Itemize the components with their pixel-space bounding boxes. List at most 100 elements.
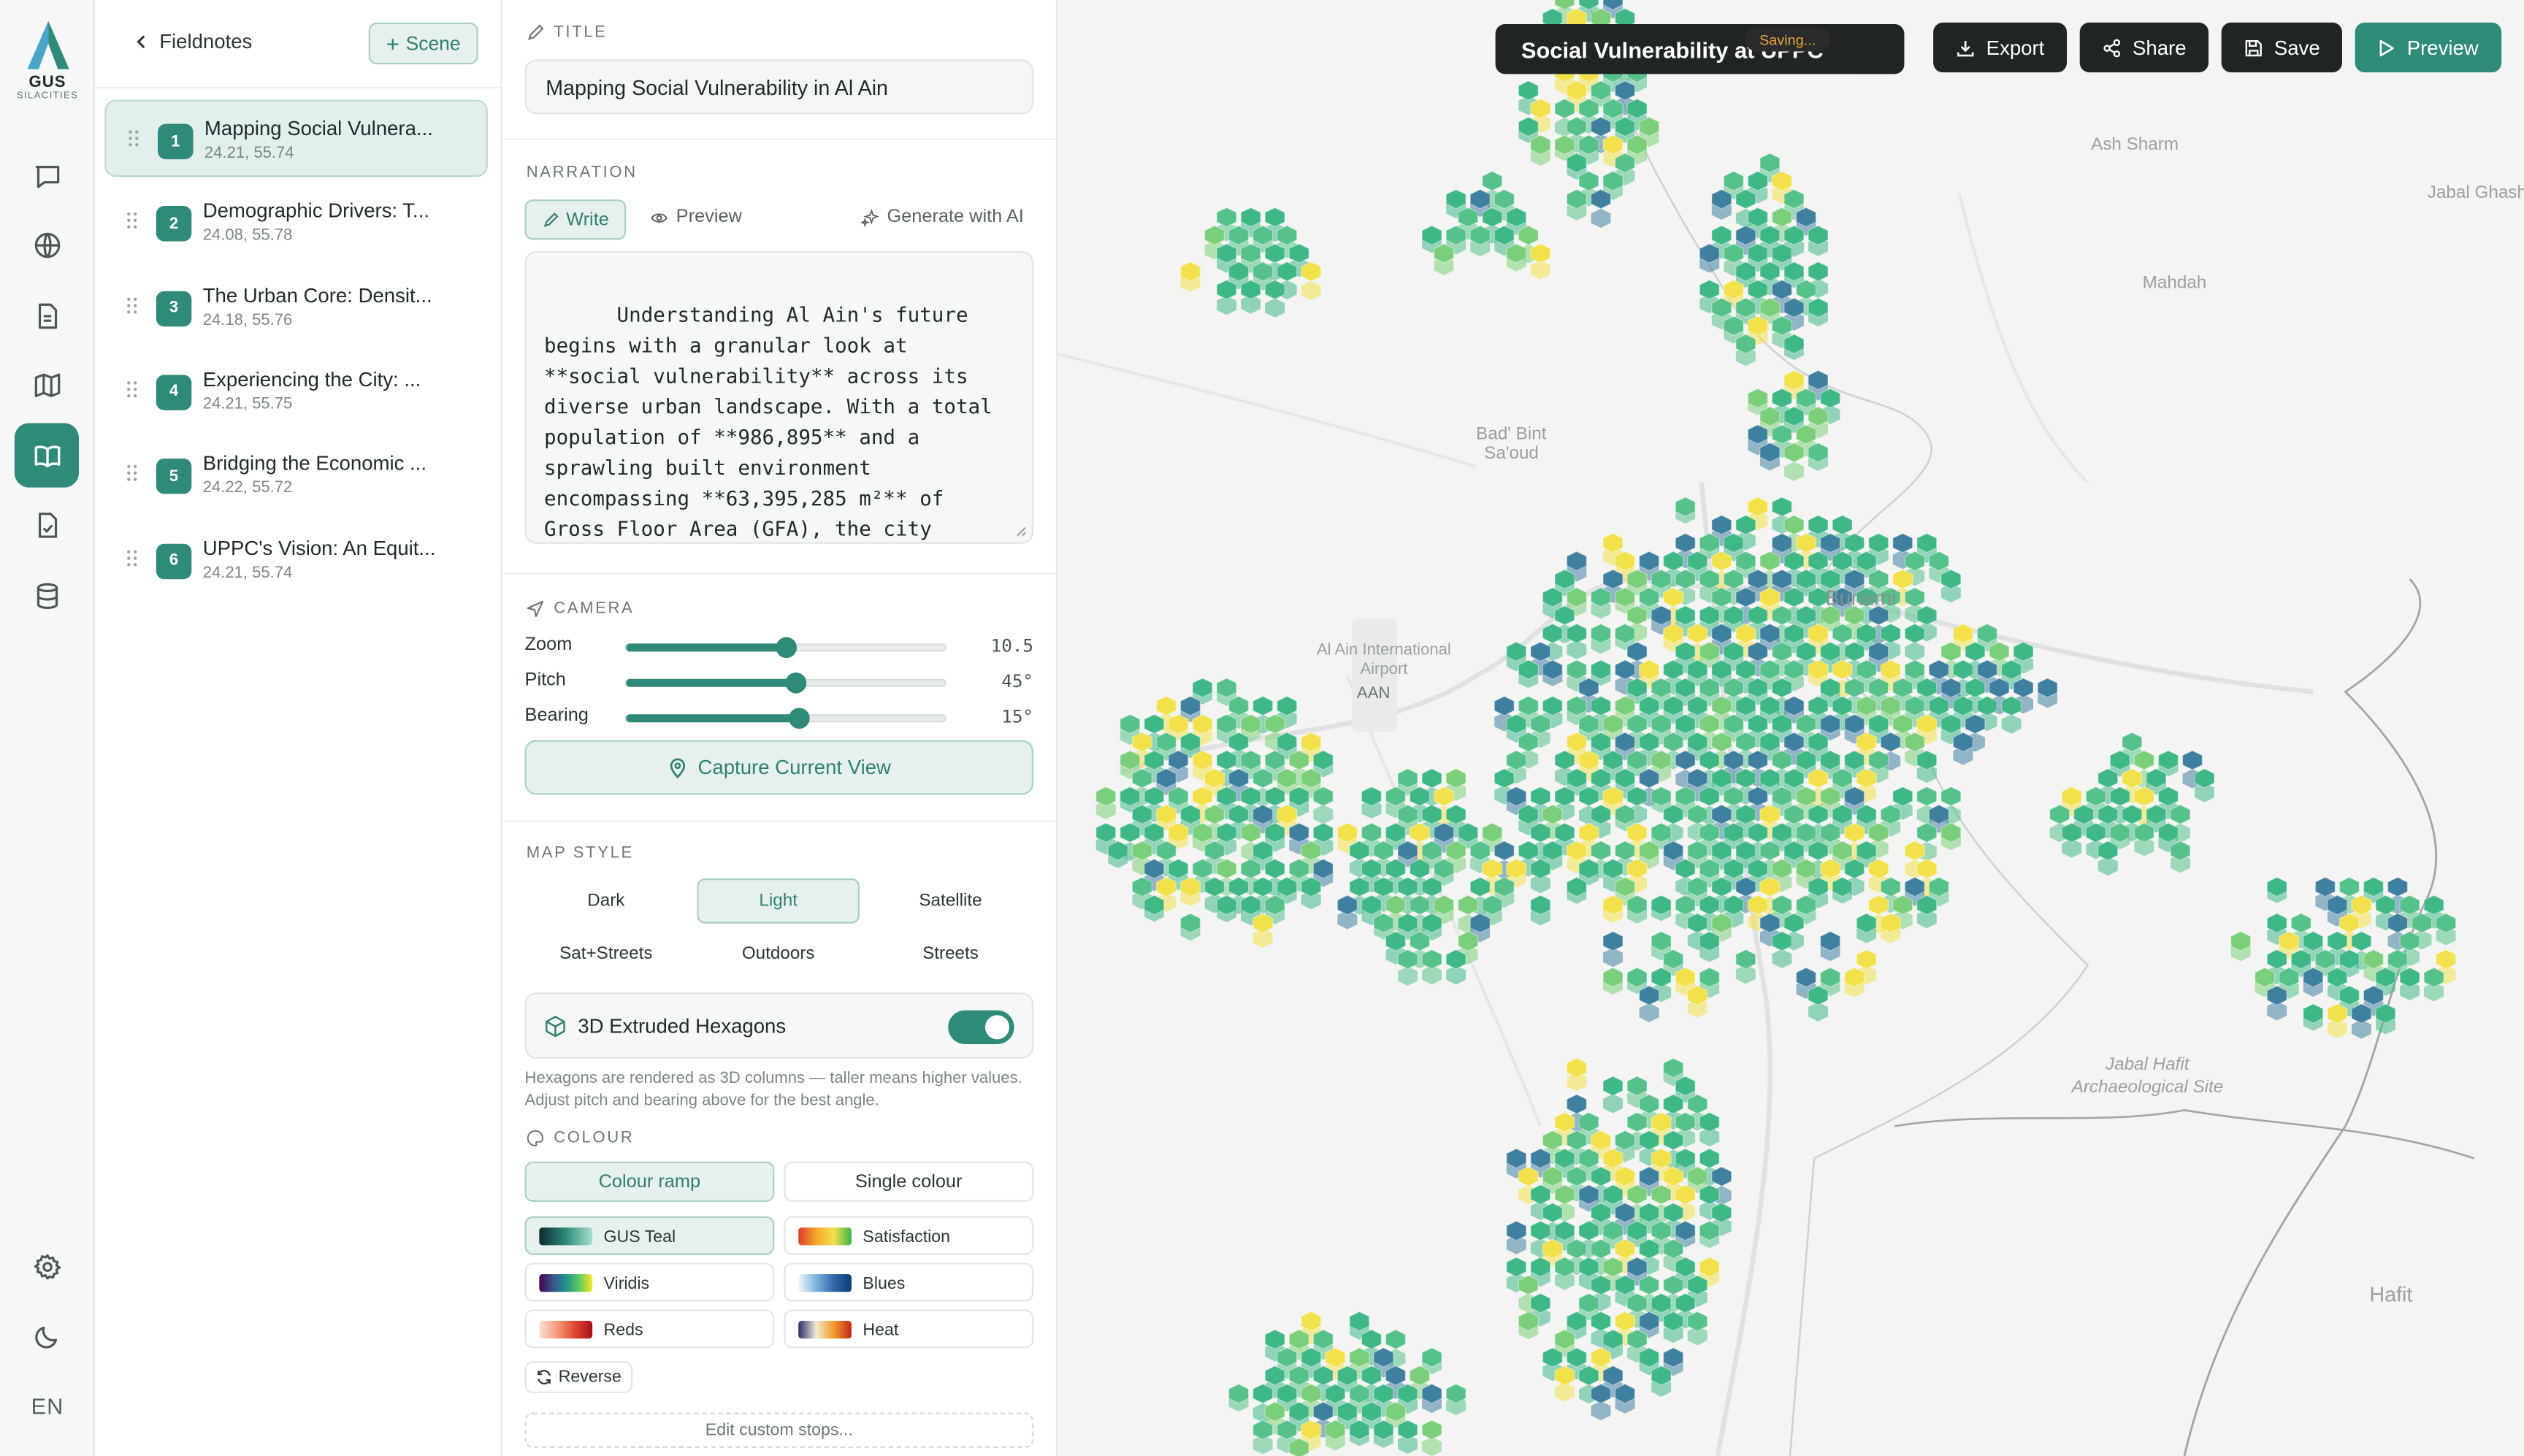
map-style-satellite[interactable]: Satellite (869, 878, 1032, 924)
colour-ramp-satisfaction[interactable]: Satisfaction (784, 1216, 1034, 1255)
add-scene-button[interactable]: + Scene (368, 22, 478, 65)
camera-zoom-slider[interactable] (624, 637, 947, 659)
resize-handle-icon[interactable] (1014, 524, 1028, 537)
language-toggle[interactable]: EN (0, 1393, 95, 1419)
drag-handle-icon[interactable] (126, 548, 139, 567)
rail-globe-button[interactable] (15, 212, 79, 277)
nav-rail: GUS SILACITIES EN (0, 0, 96, 1456)
story-title-badge: Social Vulnerability at UPPC (1495, 24, 1905, 74)
colour-ramp-gus-teal[interactable]: GUS Teal (524, 1216, 775, 1255)
drag-handle-icon[interactable] (127, 129, 140, 147)
share-icon (2103, 38, 2120, 57)
slider-thumb[interactable] (785, 672, 807, 694)
ramp-name: Satisfaction (863, 1227, 951, 1247)
ramp-name: GUS Teal (603, 1227, 676, 1247)
colour-ramp-viridis[interactable]: Viridis (524, 1262, 775, 1302)
tab-preview[interactable]: Preview (650, 207, 742, 227)
scene-editor-panel: TITLE Mapping Social Vulnerability in Al… (502, 0, 1058, 1456)
scene-list-item[interactable]: 1 Mapping Social Vulnera... 24.21, 55.74 (104, 99, 488, 177)
moon-icon (34, 1325, 57, 1348)
colour-mode-single-colour[interactable]: Single colour (784, 1161, 1034, 1202)
scene-title: The Urban Core: Densit... (202, 284, 432, 307)
pencil-icon (528, 24, 544, 41)
camera-pitch-row: Pitch 45° (525, 670, 1033, 695)
colour-ramp-reds[interactable]: Reds (524, 1309, 775, 1349)
save-button[interactable]: Save (2221, 22, 2342, 73)
camera-pitch-slider[interactable] (624, 672, 947, 694)
chevron-left-icon (137, 35, 145, 49)
narration-textarea[interactable]: Understanding Al Ain's future begins wit… (524, 250, 1034, 544)
rail-settings-button[interactable] (15, 1234, 79, 1298)
ramp-swatch (798, 1227, 852, 1246)
divider (502, 820, 1056, 822)
back-label: Fieldnotes (159, 30, 253, 53)
scene-coords: 24.22, 55.72 (202, 479, 293, 498)
drag-handle-icon[interactable] (126, 464, 139, 483)
rail-map-button[interactable] (15, 353, 79, 417)
scene-title: Bridging the Economic ... (202, 452, 427, 475)
camera-slider-value: 15° (1001, 706, 1034, 727)
camera-slider-label: Zoom (524, 635, 573, 655)
hexagon-extrusion-toggle-row[interactable]: 3D Extruded Hexagons (524, 992, 1034, 1059)
export-button[interactable]: Export (1933, 22, 2068, 73)
tab-write[interactable]: Write (524, 199, 627, 240)
place-label: Hafit (2369, 1282, 2413, 1307)
hexagon-toggle-switch[interactable] (948, 1010, 1014, 1044)
map-pin-icon (669, 757, 684, 778)
map-style-outdoors[interactable]: Outdoors (697, 932, 860, 977)
scene-list-item[interactable]: 5 Bridging the Economic ... 24.22, 55.72 (104, 437, 488, 514)
drag-handle-icon[interactable] (126, 380, 139, 399)
title-section-label: TITLE (527, 24, 608, 42)
rail-checklist-button[interactable] (15, 492, 79, 556)
generate-with-ai-button[interactable]: Generate with AI (861, 207, 1024, 227)
place-label: Archaeological Site (2071, 1078, 2224, 1097)
colour-section-label: COLOUR (527, 1130, 635, 1147)
map-style-streets[interactable]: Streets (869, 932, 1032, 977)
place-label: Airport (1360, 661, 1408, 679)
scene-list-item[interactable]: 4 Experiencing the City: ... 24.21, 55.75 (104, 352, 488, 429)
scene-list-header: Fieldnotes + Scene (95, 0, 502, 89)
scene-list-item[interactable]: 3 The Urban Core: Densit... 24.18, 55.76 (104, 268, 488, 345)
capture-current-view-button[interactable]: Capture Current View (524, 740, 1034, 795)
switch-knob (984, 1015, 1009, 1040)
hexagon-toggle-label: 3D Extruded Hexagons (578, 1015, 787, 1038)
rail-story-button[interactable] (14, 423, 80, 488)
edit-custom-stops-button[interactable]: Edit custom stops... (524, 1412, 1034, 1448)
back-to-fieldnotes-link[interactable]: Fieldnotes (134, 31, 252, 53)
refresh-icon (538, 1370, 551, 1385)
place-label: Buraimi (1825, 586, 1897, 610)
drag-handle-icon[interactable] (126, 211, 139, 230)
map-style-light[interactable]: Light (697, 878, 860, 924)
scene-list-item[interactable]: 2 Demographic Drivers: T... 24.08, 55.78 (104, 184, 488, 261)
slider-fill (626, 643, 786, 652)
map-style-sat-streets[interactable]: Sat+Streets (525, 932, 688, 977)
rail-theme-button[interactable] (15, 1303, 79, 1368)
sparkle-icon (861, 208, 879, 226)
title-input[interactable]: Mapping Social Vulnerability in Al Ain (524, 59, 1034, 115)
map-view[interactable]: Ash Sharm Jabal Ghashna Mahdah Bad' Bint… (1058, 0, 2524, 1456)
add-scene-label: Scene (405, 32, 461, 55)
app-logo[interactable]: GUS SILACITIES (0, 19, 95, 101)
ramp-swatch (539, 1274, 593, 1292)
map-style-dark[interactable]: Dark (525, 878, 688, 924)
eye-icon (651, 212, 668, 222)
colour-mode-colour-ramp[interactable]: Colour ramp (524, 1161, 775, 1202)
share-button[interactable]: Share (2079, 22, 2209, 73)
brand-name: GUS (28, 74, 66, 92)
slider-thumb[interactable] (788, 708, 810, 729)
reverse-ramp-button[interactable]: Reverse (524, 1360, 633, 1394)
preview-button[interactable]: Preview (2355, 22, 2502, 73)
slider-thumb[interactable] (776, 637, 798, 659)
drag-handle-icon[interactable] (126, 296, 139, 315)
colour-ramp-blues[interactable]: Blues (784, 1262, 1034, 1302)
palette-icon (527, 1130, 543, 1146)
rail-chat-button[interactable] (15, 143, 79, 207)
colour-ramp-heat[interactable]: Heat (784, 1309, 1034, 1349)
scene-title: Demographic Drivers: T... (202, 199, 430, 223)
place-label: Jabal Ghashna (2427, 183, 2524, 203)
place-label: Al Ain International (1316, 642, 1451, 660)
rail-document-button[interactable] (15, 283, 79, 348)
scene-list-item[interactable]: 6 UPPC's Vision: An Equit... 24.21, 55.74 (104, 521, 488, 598)
camera-bearing-slider[interactable] (624, 708, 947, 729)
rail-database-button[interactable] (15, 563, 79, 627)
